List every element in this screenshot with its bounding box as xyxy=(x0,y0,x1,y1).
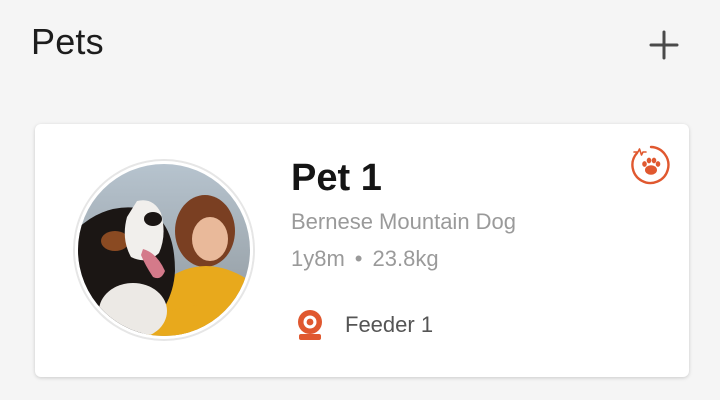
add-pet-button[interactable] xyxy=(644,24,684,64)
pet-stats: 1y8m • 23.8kg xyxy=(291,245,439,273)
page-title: Pets xyxy=(31,21,104,62)
pets-screen: Pets Pet 1 Bernese Mountain Dog 1y8m • 2… xyxy=(0,0,720,400)
pet-age: 1y8m xyxy=(291,246,345,271)
paw-health-icon xyxy=(631,145,670,185)
feeder-label: Feeder 1 xyxy=(345,312,434,337)
pet-breed: Bernese Mountain Dog xyxy=(291,209,517,234)
pet-weight: 23.8kg xyxy=(372,246,439,271)
separator-dot: • xyxy=(354,246,363,271)
pet-name: Pet 1 xyxy=(291,157,382,199)
pet-photo xyxy=(75,161,253,339)
plus-icon xyxy=(649,30,679,60)
pet-avatar xyxy=(75,161,253,339)
device-feeder-link[interactable]: Feeder 1 xyxy=(293,308,433,342)
pet-health-button[interactable] xyxy=(630,144,672,186)
pet-card[interactable]: Pet 1 Bernese Mountain Dog 1y8m • 23.8kg F… xyxy=(35,124,689,377)
camera-feeder-icon xyxy=(298,310,322,340)
header: Pets xyxy=(0,0,720,100)
